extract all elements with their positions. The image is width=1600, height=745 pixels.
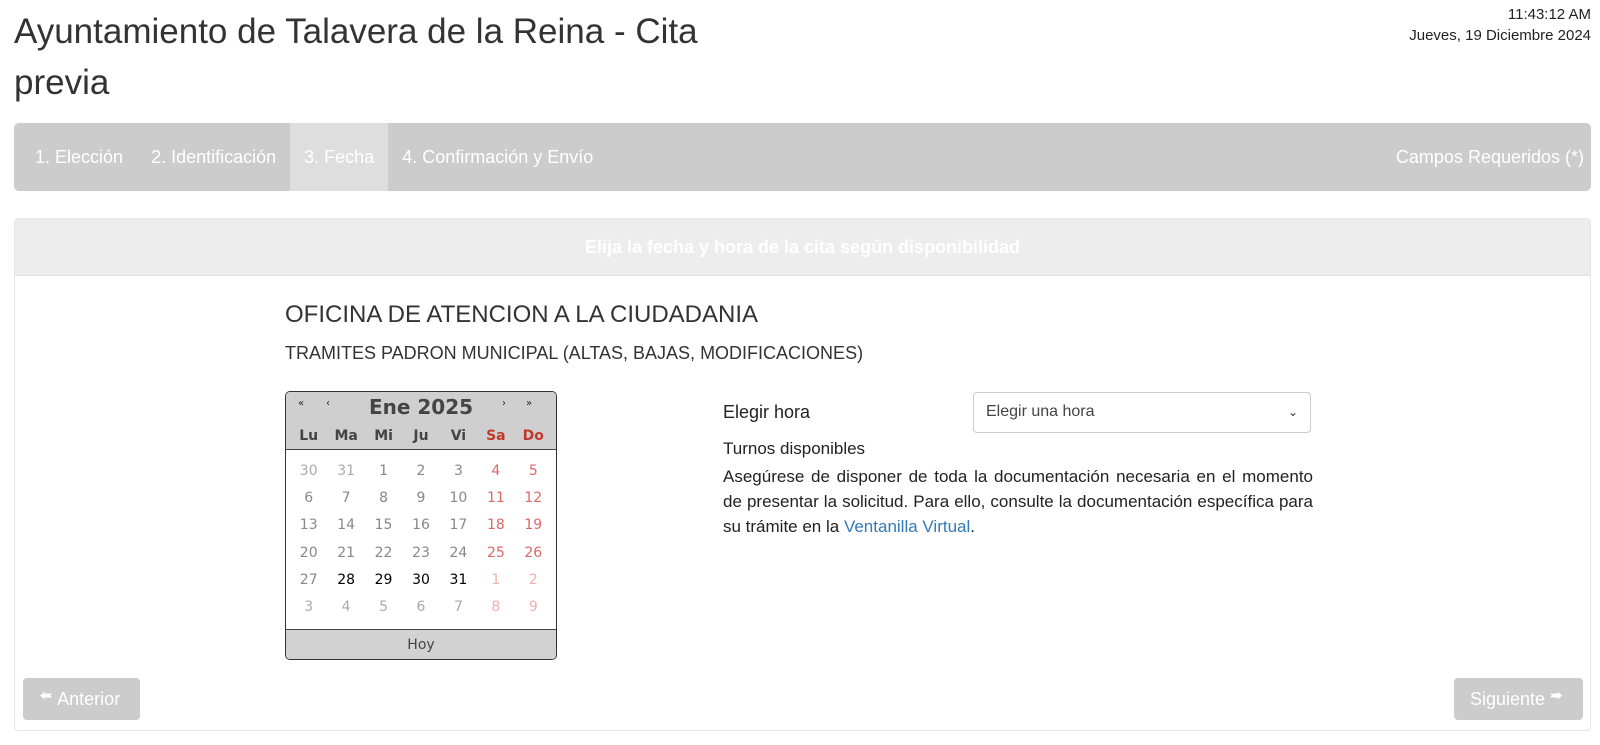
calendar-day: 4 [491,463,501,479]
calendar-days-grid: 30 31 1 2 3 4 5 6 7 8 9 10 11 12 13 14 15 16 17 18 19 20 21 22 2… [286,450,556,629]
weekday-label: Ju [413,428,429,444]
calendar-day: 6 [304,490,314,507]
calendar-day: 19 [524,517,543,534]
clock-time: 11:43:12 AM [1507,6,1591,23]
prev-year-icon[interactable]: « [298,398,304,409]
time-form: Elegir hora Elegir una hora ⌄ Turnos dis… [723,391,1313,539]
calendar-day: 31 [337,463,356,479]
time-select[interactable]: Elegir una hora ⌄ [973,391,1311,433]
available-slots-label: Turnos disponibles [723,439,866,458]
calendar-day: 2 [528,571,538,588]
today-button[interactable]: Hoy [286,629,556,659]
step-identificacion[interactable]: 2. Identificación [137,123,290,191]
previous-button-label: Anterior [57,688,121,709]
step-fecha[interactable]: 3. Fecha [290,123,389,191]
calendar-day: 1 [379,463,389,479]
time-row: Elegir hora Elegir una hora ⌄ [723,391,1313,433]
calendar-day: 3 [304,598,314,615]
date-calendar: « ‹ Ene 2025 › » Lu Ma Mi Ju Vi Sa Do 30… [285,391,557,660]
calendar-day: 8 [491,598,501,615]
prev-month-icon[interactable]: ‹ [326,398,330,409]
procedure-title: TRAMITES PADRON MUNICIPAL (ALTAS, BAJAS,… [285,343,864,363]
steps-bar: 1. Elección 2. Identificación 3. Fecha 4… [14,123,1591,191]
calendar-day[interactable]: 30 [402,567,439,594]
calendar-day: 30 [299,463,318,479]
calendar-day: 16 [412,517,430,534]
calendar-day: 4 [341,598,351,615]
calendar-day[interactable]: 28 [327,567,364,594]
calendar-day: 3 [453,463,463,479]
calendar-day: 22 [374,544,393,561]
calendar-day: 1 [491,571,501,588]
weekday-label: Sa [486,428,506,444]
calendar-day: 21 [337,544,356,561]
documentation-notice: Asegúrese de disponer de toda la documen… [723,464,1313,539]
previous-button[interactable]: 🢘 Anterior [23,678,140,720]
calendar-day: 11 [486,490,505,507]
calendar-header: « ‹ Ene 2025 › » [286,392,556,423]
appointment-panel: Elija la fecha y hora de la cita según d… [14,218,1591,731]
time-select-value: Elegir una hora [986,403,1095,420]
calendar-day[interactable]: 29 [365,567,402,594]
calendar-day: 18 [486,517,505,534]
step-eleccion[interactable]: 1. Elección [14,123,137,191]
calendar-day: 20 [299,544,318,561]
weekday-label: Ma [334,428,358,444]
next-month-icon[interactable]: › [502,398,506,409]
weekday-label: Lu [299,428,319,444]
calendar-day: 6 [416,598,426,615]
calendar-day: 7 [453,598,463,615]
calendar-day: 14 [337,517,356,534]
arrow-right-icon: 🢚 [1549,686,1564,706]
notice-end: . [970,517,976,536]
panel-header: Elija la fecha y hora de la cita según d… [15,219,1590,276]
calendar-day: 12 [524,490,543,507]
required-fields-note: Campos Requeridos (*) [1395,146,1584,167]
time-label: Elegir hora [723,401,811,422]
calendar-day: 5 [379,598,389,615]
calendar-day[interactable]: 31 [440,567,477,594]
calendar-day: 2 [416,463,426,479]
calendar-day: 10 [449,490,468,507]
calendar-day: 25 [486,544,505,561]
arrow-left-icon: 🢘 [39,686,54,706]
clock: 11:43:12 AM Jueves, 19 Diciembre 2024 [1409,4,1591,46]
office-title: OFICINA DE ATENCION A LA CIUDADANIA [285,301,759,328]
calendar-day: 23 [412,544,430,561]
weekday-label: Vi [450,428,467,444]
page-title: Ayuntamiento de Talavera de la Reina - C… [14,12,698,102]
calendar-day: 24 [449,544,468,561]
calendar-day: 27 [299,571,318,588]
calendar-day: 13 [299,517,318,534]
next-button-label: Siguiente [1470,688,1546,709]
calendar-day: 26 [524,544,543,561]
ventanilla-virtual-link[interactable]: Ventanilla Virtual [844,517,970,536]
calendar-day: 8 [379,490,389,507]
calendar-day: 9 [528,598,538,615]
chevron-down-icon: ⌄ [1287,405,1298,419]
notice-text: Asegúrese de disponer de toda la documen… [723,467,1313,536]
weekday-label: Mi [374,428,393,444]
next-year-icon[interactable]: » [526,398,532,409]
weekday-label: Do [522,428,544,444]
calendar-day: 5 [528,463,538,479]
clock-date: Jueves, 19 Diciembre 2024 [1409,27,1591,44]
calendar-day: 17 [449,517,468,534]
next-button[interactable]: Siguiente 🢚 [1454,678,1583,720]
calendar-day: 15 [374,517,393,534]
calendar-weekdays: Lu Ma Mi Ju Vi Sa Do [286,423,556,450]
step-confirmacion[interactable]: 4. Confirmación y Envío [388,123,607,191]
calendar-day: 7 [341,490,351,507]
calendar-day: 9 [416,490,426,507]
